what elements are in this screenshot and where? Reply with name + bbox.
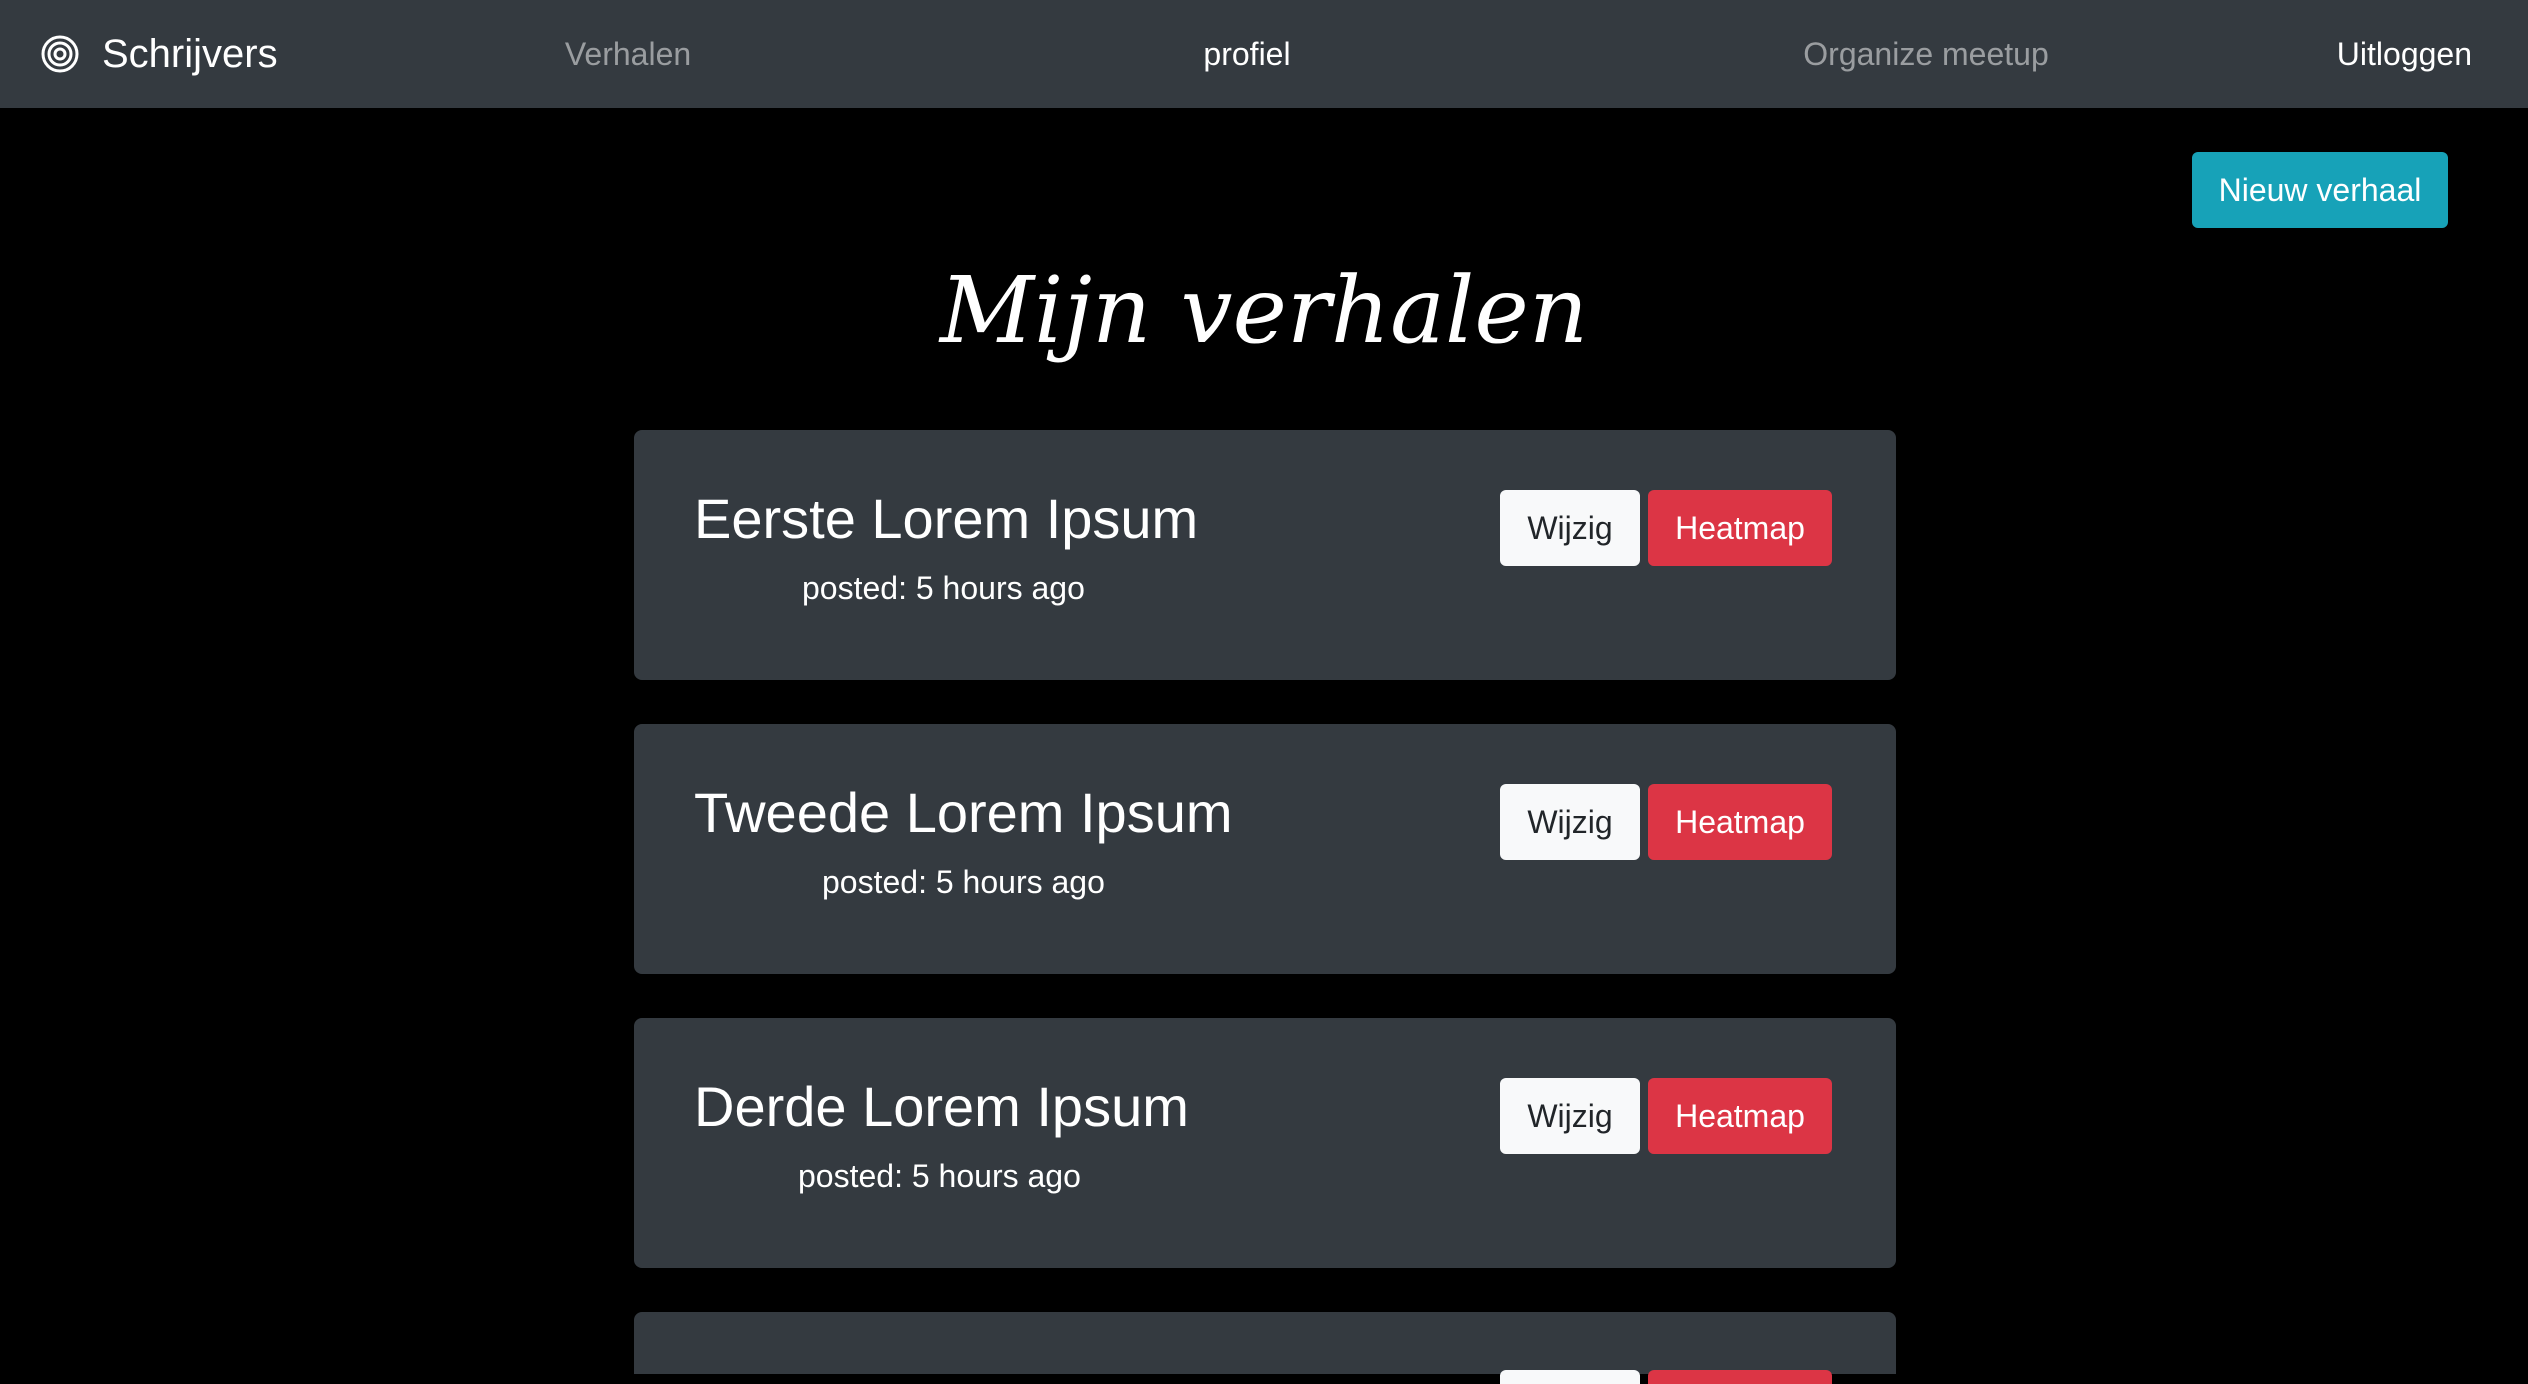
nav-link-verhalen[interactable]: Verhalen (565, 0, 691, 108)
brand-name: Schrijvers (102, 31, 278, 76)
new-story-button[interactable]: Nieuw verhaal (2192, 152, 2448, 228)
brand[interactable]: Schrijvers (40, 0, 278, 108)
story-posted-time: posted: 5 hours ago (822, 864, 1105, 900)
story-card: Eerste Lorem Ipsum posted: 5 hours ago W… (634, 430, 1896, 680)
heatmap-button[interactable]: Heatmap (1648, 1078, 1832, 1154)
edit-button[interactable]: Wijzig (1500, 1078, 1640, 1154)
heatmap-button[interactable] (1648, 1370, 1832, 1384)
page-title: Mijn verhalen (939, 257, 1589, 364)
nav-link-organize-meetup[interactable]: Organize meetup (1803, 0, 2048, 108)
story-card: Tweede Lorem Ipsum posted: 5 hours ago W… (634, 724, 1896, 974)
story-posted-time: posted: 5 hours ago (802, 570, 1085, 606)
heatmap-button[interactable]: Heatmap (1648, 490, 1832, 566)
heatmap-button[interactable]: Heatmap (1648, 784, 1832, 860)
edit-button[interactable] (1500, 1370, 1640, 1384)
logout-link[interactable]: Uitloggen (2337, 0, 2472, 108)
nav-link-profiel[interactable]: profiel (1203, 0, 1290, 108)
story-card: Derde Lorem Ipsum posted: 5 hours ago Wi… (634, 1018, 1896, 1268)
story-card-partial (634, 1312, 1896, 1384)
story-title[interactable]: Tweede Lorem Ipsum (694, 776, 1232, 850)
edit-button[interactable]: Wijzig (1500, 784, 1640, 860)
story-posted-time: posted: 5 hours ago (798, 1158, 1081, 1194)
top-navbar: Schrijvers Verhalen profiel Organize mee… (0, 0, 2528, 108)
story-title[interactable]: Eerste Lorem Ipsum (694, 482, 1198, 556)
story-title[interactable]: Derde Lorem Ipsum (694, 1070, 1189, 1144)
concentric-circles-icon (40, 34, 80, 74)
edit-button[interactable]: Wijzig (1500, 490, 1640, 566)
